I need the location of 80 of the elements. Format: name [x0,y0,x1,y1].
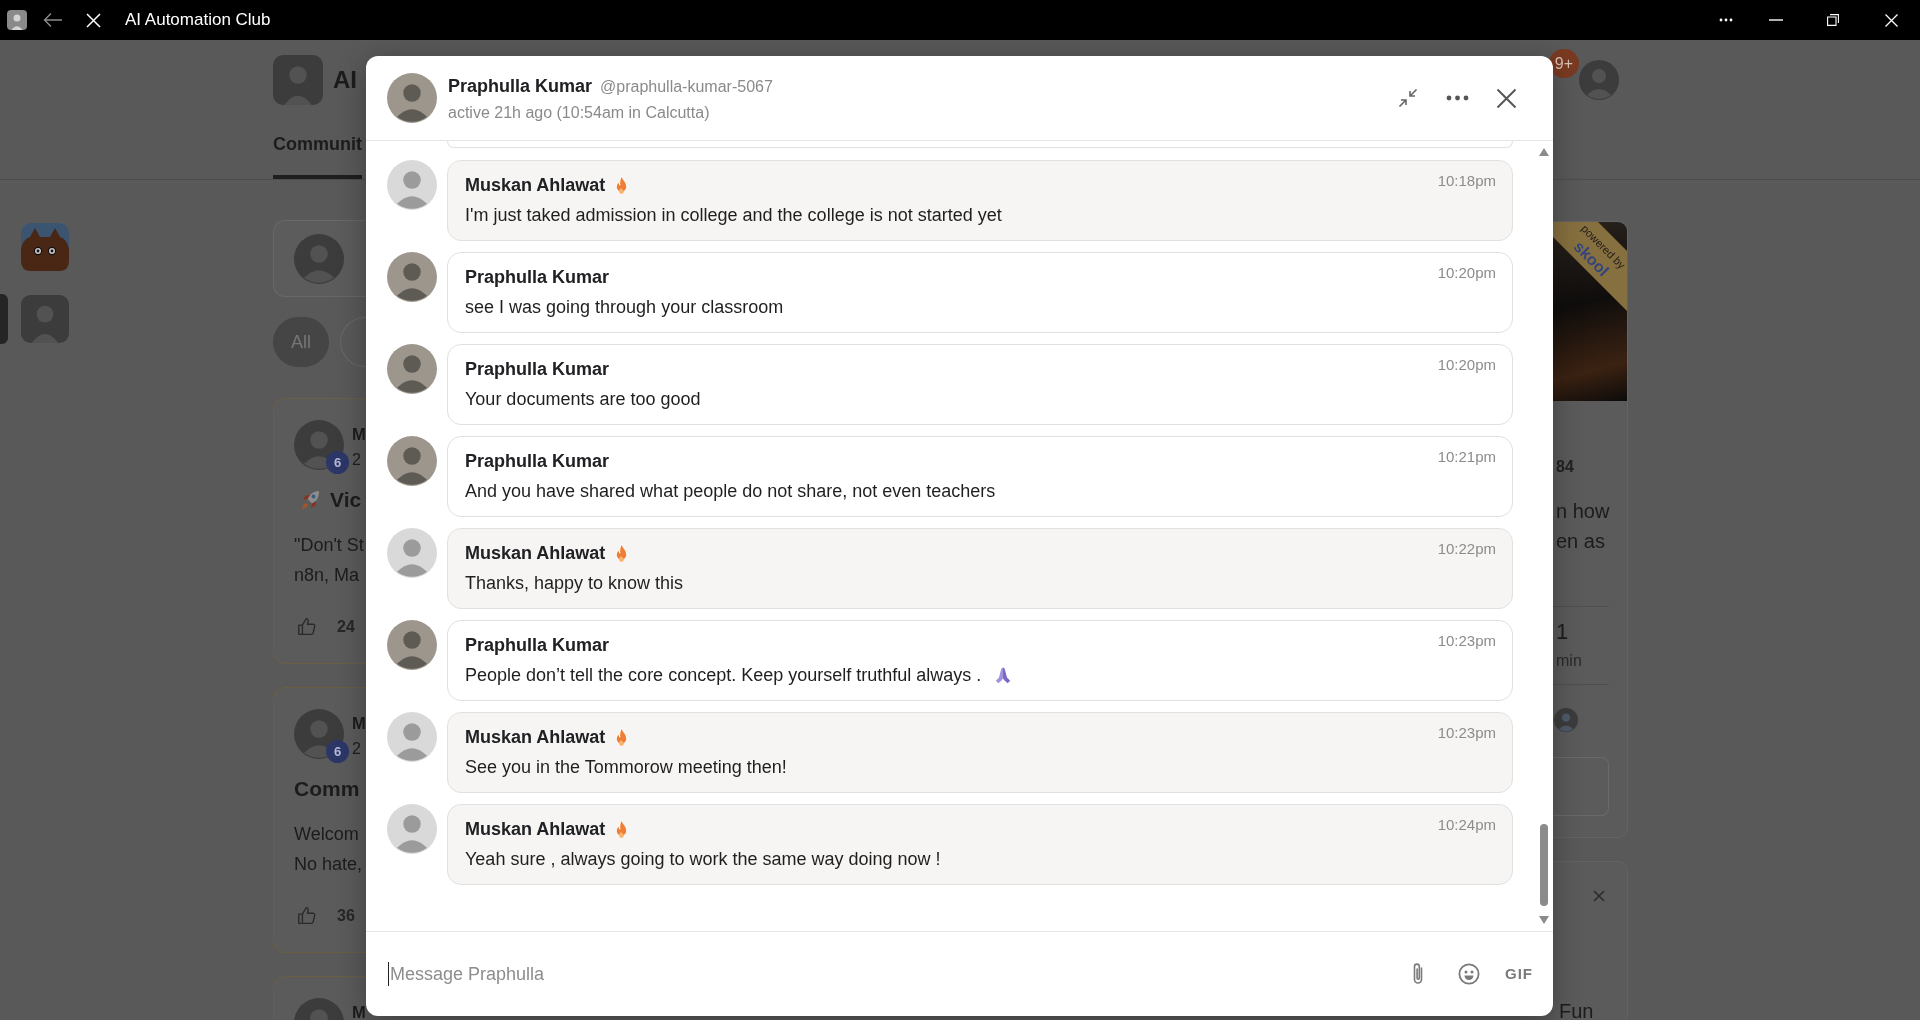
community-name: AI [333,66,357,94]
smiley-icon[interactable] [1458,963,1480,985]
message-time: 10:23pm [1437,631,1496,651]
member-count: 84 [1555,457,1575,477]
message-time: 10:24pm [1437,815,1496,835]
message-input[interactable]: Message Praphulla [388,962,1391,986]
sender-name: Muskan Ahlawat [465,542,606,565]
avatar-icon [387,712,437,762]
sender-name: Praphulla Kumar [465,358,610,381]
post-composer[interactable] [273,220,366,297]
message-time: 10:23pm [1437,723,1496,743]
stat-value: 1 [1555,618,1570,646]
avatar-icon [7,10,27,30]
back-arrow-icon[interactable] [43,10,63,30]
contact-name: Praphulla Kumar [448,74,593,98]
avatar-icon [387,528,437,578]
avatar-icon [294,233,344,284]
restore-icon[interactable] [1827,14,1839,26]
sender-name: Muskan Ahlawat [465,818,606,841]
more-icon[interactable] [1446,95,1469,101]
contact-handle: @praphulla-kumar-5067 [600,76,773,97]
message-text: And you have shared what people do not share, not even teachers [465,480,996,503]
notification-badge: 9+ [1548,49,1579,78]
sender-name: Praphulla Kumar [465,450,610,473]
message-text: Yeah sure , always going to work the same way doing now ! [465,848,941,871]
sender-name: Praphulla Kumar [465,266,610,289]
post-title: Comm [294,776,360,802]
notice-text: Fun [1558,999,1595,1020]
cat-icon [21,223,69,271]
avatar-icon [21,295,69,343]
post-text: "Don't St [294,534,365,557]
message-time: 10:22pm [1437,539,1496,559]
thumbs-up-icon[interactable] [296,905,318,927]
post-text: Welcom [294,823,360,846]
author-name: M [352,713,366,734]
avatar-icon [387,436,437,486]
description-text: en as [1556,529,1606,554]
level-badge: 6 [326,740,349,763]
scrollbar-thumb[interactable] [1540,824,1548,906]
message-text: See you in the Tommorow meeting then! [465,756,787,779]
author-name: M [352,1002,366,1020]
sender-name: Muskan Ahlawat [465,726,606,749]
message-text: People don’t tell the core concept. Keep yourself truthful always . [465,664,982,687]
sender-name: Muskan Ahlawat [465,174,606,197]
scroll-up-icon[interactable] [1539,148,1549,156]
inward-arrows-icon[interactable] [1398,88,1418,108]
nav-tab[interactable]: Communit [273,132,362,179]
level-badge: 6 [326,451,349,474]
avatar-icon [387,160,437,210]
message-text: see I was going through your classroom [465,296,784,319]
message-time: 10:18pm [1437,171,1496,191]
avatar-icon [387,620,437,670]
message-text: Thanks, happy to know this [465,572,684,595]
post-title: Vic [330,487,362,513]
avatar-icon [273,55,323,105]
sender-name: Praphulla Kumar [465,634,610,657]
post-time: 2 [352,450,362,470]
post-time: 2 [352,739,362,759]
message-time: 10:20pm [1437,263,1496,283]
avatar-icon [387,73,437,123]
message-time: 10:21pm [1437,447,1496,467]
avatar-icon [387,252,437,302]
close-icon[interactable] [1496,87,1517,109]
avatar-icon [387,344,437,394]
gif-button[interactable]: GIF [1505,964,1533,984]
post-text: n8n, Ma [294,564,361,587]
message-text: Your documents are too good [465,388,701,411]
community-button[interactable] [0,294,69,344]
avatar-icon [1554,708,1578,732]
post-text: No hate, [294,853,364,876]
contact-status: active 21h ago (10:54am in Calcutta) [448,102,711,123]
window-title: AI Automation Club [125,10,271,30]
message-time: 10:20pm [1437,355,1496,375]
more-icon[interactable] [1719,18,1733,22]
thumbs-up-icon[interactable] [296,616,318,638]
avatar-icon [387,804,437,854]
scroll-down-icon[interactable] [1539,916,1549,924]
description-text: n how [1556,499,1611,524]
author-name: M [352,424,366,445]
message-text: I'm just taked admission in college and the college is not started yet [465,204,1002,227]
